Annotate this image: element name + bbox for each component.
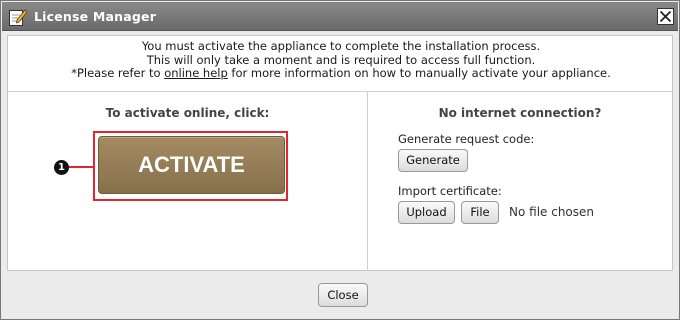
choose-file-button[interactable]: File [461,201,499,224]
online-activation-heading: To activate online, click: [105,106,270,120]
intro-line-2: This will only take a moment and is requ… [146,52,536,67]
intro-line-1: You must activate the appliance to compl… [141,39,541,53]
online-help-link[interactable]: online help [164,66,228,80]
license-manager-dialog: License Manager You must activate the ap… [0,0,680,320]
file-status-text: No file chosen [509,205,595,219]
close-icon[interactable] [657,8,674,25]
callout-number: 1 [54,160,69,175]
callout-line [68,166,94,168]
horizontal-divider [8,91,672,92]
intro-line-3-prefix: *Please refer to [71,66,165,80]
import-certificate-label: Import certificate: [398,184,502,198]
intro-line-3-suffix: for more information on how to manually … [227,66,611,80]
activate-button[interactable]: ACTIVATE [98,136,285,194]
intro-text: You must activate the appliance to compl… [8,39,674,81]
upload-button[interactable]: Upload [398,201,455,224]
generate-button[interactable]: Generate [398,149,468,172]
window-title: License Manager [34,9,157,24]
title-bar: License Manager [2,2,678,31]
edit-pencil-icon [8,7,28,27]
intro-line-3: *Please refer to online help for more in… [8,66,674,81]
dialog-content: You must activate the appliance to compl… [7,35,673,271]
request-code-label: Generate request code: [398,132,535,146]
offline-activation-heading: No internet connection? [438,106,602,120]
close-button[interactable]: Close [318,283,368,307]
